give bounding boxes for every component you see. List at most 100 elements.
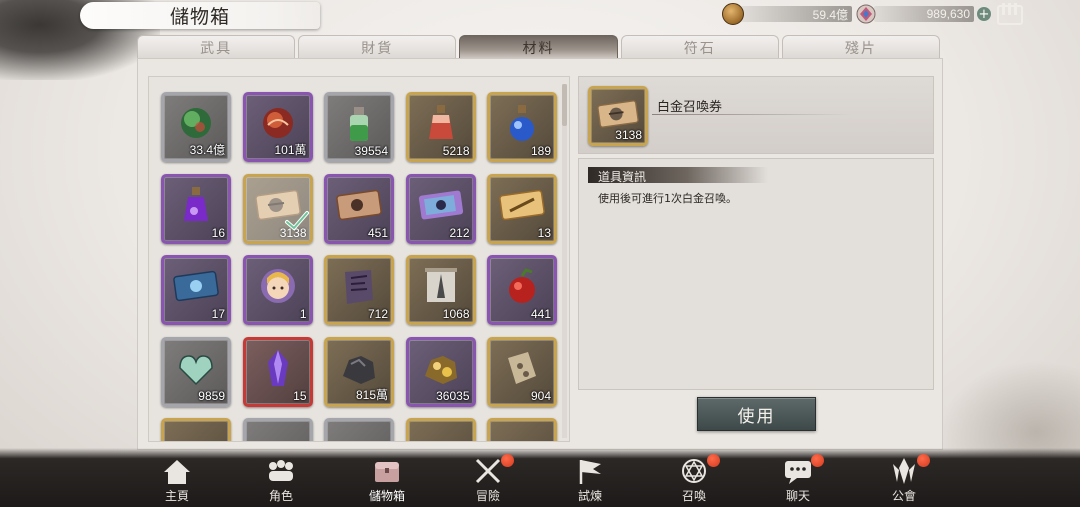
notification-badge [501, 454, 514, 467]
inventory-slot[interactable]: 904 [487, 336, 557, 407]
inventory-slot[interactable]: 13 [487, 173, 557, 244]
item-count: 13 [537, 225, 551, 240]
purple-scroll-icon [345, 270, 373, 304]
item-count: 815萬 [355, 387, 388, 402]
nav-label: 召喚 [681, 489, 706, 503]
inventory-slot[interactable]: 712 [324, 255, 394, 325]
inventory-slot[interactable]: 17 [161, 255, 231, 325]
use-button-label: 使用 [737, 406, 776, 427]
tab-label: 武具 [200, 40, 233, 57]
chest-icon [375, 462, 399, 482]
nav-home[interactable]: 主頁 [137, 452, 217, 504]
tab-fragments[interactable]: 殘片 [781, 35, 941, 59]
item-count: 212 [449, 225, 470, 240]
item-count: 16 [211, 225, 225, 240]
tower-scroll-icon [424, 268, 457, 302]
nav-characters[interactable]: 角色 [241, 452, 321, 504]
tab-currency[interactable]: 財貨 [298, 35, 457, 59]
inventory-slot[interactable]: 1 [242, 255, 313, 325]
inventory-slot[interactable]: 1068 [405, 255, 476, 325]
stone-tablet-icon [508, 351, 536, 384]
item-count: 5218 [442, 144, 470, 158]
item-count: 189 [530, 144, 551, 158]
home-icon [164, 460, 190, 484]
menu-icon[interactable] [997, 2, 1023, 26]
item-count: 712 [367, 307, 388, 321]
rainbow-ticket-icon [418, 190, 463, 219]
crossed-swords-icon [475, 458, 501, 484]
nav-guild[interactable]: 公會 [864, 452, 944, 504]
inventory-slot[interactable]: 33.4億 [161, 92, 231, 162]
detail-item-slot: 3138 [588, 86, 648, 146]
tab-materials[interactable]: 材料 [459, 35, 618, 59]
gem-icon [856, 4, 876, 24]
item-count: 441 [530, 307, 551, 321]
item-count: 17 [211, 307, 225, 321]
inventory-slot[interactable]: 815萬 [324, 336, 394, 407]
plus-icon[interactable]: + [976, 6, 992, 22]
item-grid: 33.4億 101萬 39554 5218 189 16 3138 451 212 13 17 1 71… [148, 76, 570, 442]
scrollbar-thumb[interactable] [562, 84, 567, 126]
nav-adventure[interactable]: 冒險 [448, 452, 528, 504]
inventory-slot[interactable]: 36035 [405, 336, 476, 407]
inventory-slot[interactable]: 189 [487, 92, 557, 162]
inventory-slot[interactable]: 5218 [405, 92, 476, 162]
inventory-slot[interactable] [324, 418, 394, 441]
nav-label: 角色 [268, 489, 293, 503]
notification-badge [811, 454, 824, 467]
party-icon [269, 460, 293, 481]
inventory-slot[interactable]: 441 [487, 255, 557, 325]
guild-emblem-icon [893, 458, 915, 484]
category-tabs: 武具 財貨 材料 符石 殘片 [137, 35, 943, 59]
coin-icon [722, 3, 744, 25]
item-count: 1068 [442, 307, 470, 321]
inventory-slot[interactable] [487, 418, 557, 441]
selected-check-icon [285, 211, 309, 230]
nav-label: 試煉 [577, 489, 602, 503]
item-name: 白金召喚券 [657, 100, 723, 115]
inventory-slot[interactable] [161, 418, 231, 441]
tab-weapons[interactable]: 武具 [137, 35, 296, 59]
inventory-slot[interactable] [242, 418, 313, 441]
character-portrait-icon [260, 269, 295, 303]
inventory-slot[interactable]: 3138 [242, 173, 313, 244]
red-potion-icon [428, 105, 453, 139]
gold-ore-icon [424, 355, 457, 384]
flag-icon [579, 460, 601, 484]
page-title: 儲物箱 [169, 6, 230, 28]
tab-runes[interactable]: 符石 [620, 35, 779, 59]
nav-inventory[interactable]: 儲物箱 [347, 452, 427, 504]
inventory-slot[interactable] [405, 418, 476, 441]
nav-label: 主頁 [164, 489, 189, 503]
tab-label: 殘片 [844, 40, 877, 57]
purple-crystal-icon [267, 349, 288, 386]
divider [652, 114, 852, 115]
nav-trial[interactable]: 試煉 [550, 452, 630, 504]
green-orb-icon [181, 108, 211, 138]
dark-ore-icon [343, 355, 375, 384]
nav-summon[interactable]: 召喚 [654, 452, 734, 504]
notification-badge [917, 454, 930, 467]
nav-chat[interactable]: 聊天 [758, 452, 838, 504]
inventory-slot[interactable]: 9859 [161, 336, 231, 407]
info-title: 道具資訊 [598, 170, 647, 184]
notification-badge [707, 454, 720, 467]
inventory-slot[interactable]: 39554 [324, 92, 394, 162]
item-count: 9859 [198, 388, 225, 403]
inventory-slot[interactable]: 451 [324, 173, 394, 244]
use-button[interactable]: 使用 [697, 397, 816, 431]
inventory-slot[interactable]: 15 [242, 336, 313, 407]
item-count: 36035 [436, 388, 470, 403]
item-count: 904 [530, 388, 551, 403]
summon-circle-icon [682, 459, 706, 483]
heart-icon [179, 354, 213, 385]
inventory-slot[interactable]: 212 [405, 173, 476, 244]
purple-potion-icon [184, 186, 208, 221]
grid-scrollbar[interactable] [562, 84, 567, 438]
tab-label: 材料 [522, 40, 555, 57]
blue-ticket-icon [173, 270, 219, 302]
inventory-slot[interactable]: 16 [161, 173, 231, 244]
nav-label: 冒險 [475, 489, 500, 503]
gold-value: 59.4億 [740, 6, 852, 22]
inventory-slot[interactable]: 101萬 [242, 92, 313, 162]
